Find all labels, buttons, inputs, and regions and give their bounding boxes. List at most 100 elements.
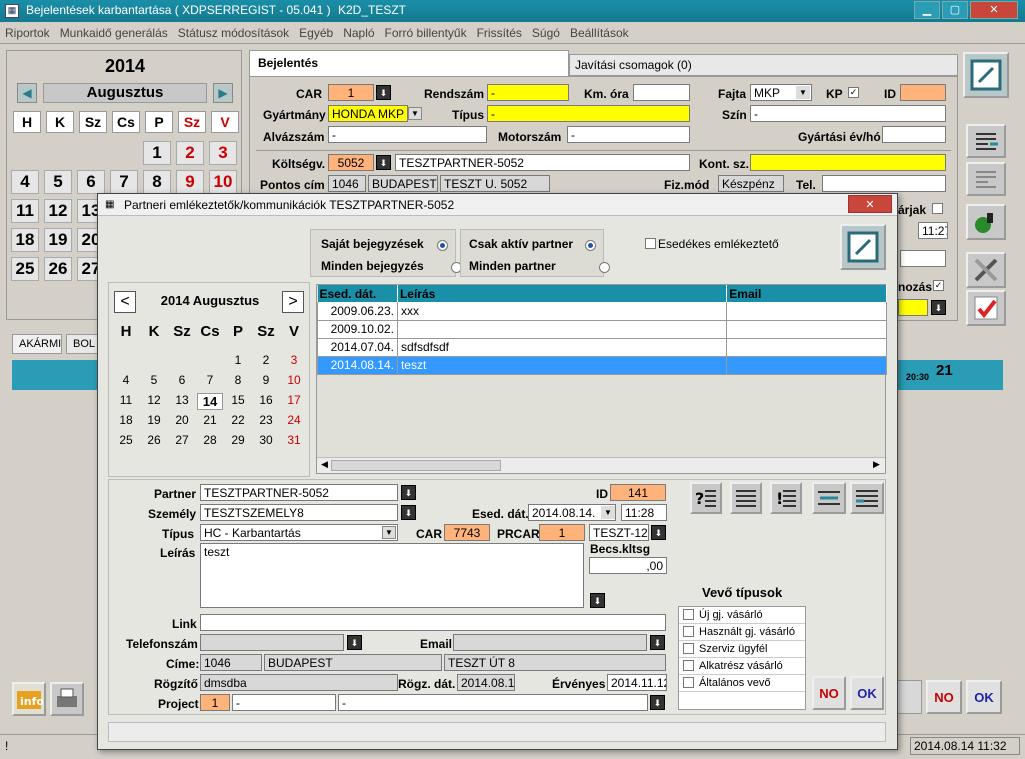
alert-list-icon[interactable]: ! [770,482,802,514]
leiras-expand-button[interactable]: ⬇ [590,593,605,608]
kmora-field[interactable] [633,84,690,101]
tipus-field[interactable]: - [487,105,690,122]
vevo-item[interactable]: Új gj. vásárló [679,607,805,624]
grid-header[interactable]: Leírás [397,285,728,302]
calendar-day[interactable]: 22 [225,413,251,427]
car-dropdown-button[interactable]: ⬇ [376,85,391,100]
calendar-day[interactable]: 19 [141,413,167,427]
mindenp-radio[interactable] [599,262,611,274]
edit-icon[interactable] [963,52,1009,98]
menu-item[interactable]: Súgó [527,22,565,44]
dialog-ok-button[interactable]: OK [850,676,884,710]
maximize-button[interactable]: ▢ [942,1,968,19]
calendar-day[interactable]: 9 [253,373,279,387]
main-no-button[interactable]: NO [926,680,962,714]
teszt-field[interactable]: TESZT-1234 [589,524,649,541]
calendar-day[interactable]: 6 [169,373,195,387]
calendar-day[interactable]: 1 [225,353,251,367]
project-field[interactable]: 1 [200,694,230,711]
link-field[interactable] [200,614,666,631]
time-field[interactable]: 11:27 [918,222,948,239]
tab-bol[interactable]: BOL [66,334,100,354]
calendar-day[interactable]: 21 [197,413,223,427]
szemely-field[interactable]: TESZTSZEMELY8 [200,504,398,521]
szemely-dropdown-button[interactable]: ⬇ [401,505,416,520]
calendar-day[interactable]: 20 [169,413,195,427]
calendar-day[interactable]: 19 [44,228,72,252]
telefon-dropdown-button[interactable]: ⬇ [347,635,362,650]
ervenyes-field[interactable]: 2014.11.12. [607,674,667,691]
sajat-radio[interactable] [437,240,448,252]
kont-field[interactable] [750,154,946,171]
esed-time-field[interactable]: 11:28 [621,504,667,521]
partner-dropdown-button[interactable]: ⬇ [401,485,416,500]
tools-icon[interactable] [966,252,1006,288]
vevo-item[interactable]: Szerviz ügyfél [679,641,805,658]
vevo-checkbox[interactable] [683,677,694,688]
dropdown-button[interactable]: ⬇ [931,300,946,315]
menu-item[interactable]: Státusz módosítások [173,22,294,44]
calendar-day[interactable]: 2 [253,353,279,367]
calendar-day[interactable]: 7 [110,170,138,194]
calendar-day[interactable]: 29 [225,433,251,447]
menu-item[interactable]: Frissítés [472,22,527,44]
calendar-day[interactable]: 8 [143,170,171,194]
vevo-item[interactable]: Alkatrész vásárló [679,658,805,675]
printer-icon[interactable] [50,682,84,716]
calendar-day[interactable]: 11 [113,393,139,407]
vevo-checkbox[interactable] [683,609,694,620]
nozas-checkbox[interactable]: ✓ [933,280,944,291]
main-ok-button[interactable]: OK [966,680,1002,714]
gyartasi-field[interactable] [882,126,946,143]
grid-header[interactable]: Esed. dát. [317,285,398,302]
calendar-day[interactable]: 2 [176,141,204,165]
arjak-checkbox[interactable] [932,203,943,214]
calendar-day[interactable]: 3 [209,141,237,165]
close-button[interactable]: ✕ [970,1,1018,19]
car-field[interactable]: 1 [328,84,374,101]
calendar-day[interactable]: 16 [253,393,279,407]
tab-bejelentes[interactable]: Bejelentés [249,50,569,76]
szin-field[interactable]: - [750,105,946,122]
dialog-tipus-select[interactable]: HC - Karbantartás [200,524,398,541]
calendar-day[interactable]: 11 [11,199,39,223]
calendar-day[interactable]: 5 [141,373,167,387]
vevo-item[interactable]: Használt gj. vásárló [679,624,805,641]
rendszam-field[interactable]: - [487,84,569,101]
tab-akarmi[interactable]: AKÁRMI [12,334,62,354]
calendar-day[interactable]: 15 [225,393,251,407]
calendar-day[interactable]: 6 [77,170,105,194]
alvazszam-field[interactable]: - [328,126,487,143]
becs-field[interactable]: ,00 [589,557,667,574]
dialog-no-button[interactable]: NO [812,676,846,710]
menu-item[interactable]: Munkaidő generálás [55,22,173,44]
aktiv-radio[interactable] [585,240,596,252]
list-back-icon[interactable] [966,124,1006,158]
minimize-button[interactable]: ▁ [914,1,940,19]
transfer-icon[interactable] [812,482,846,514]
calendar-day[interactable]: 4 [11,170,39,194]
yellow-field[interactable] [898,299,928,316]
chevron-down-icon[interactable]: ▼ [382,526,396,539]
list-forward-icon[interactable] [966,162,1006,196]
calendar-day[interactable]: 25 [113,433,139,447]
chevron-down-icon[interactable]: ▼ [796,86,810,99]
calendar-day[interactable]: 12 [141,393,167,407]
vevo-checkbox[interactable] [683,643,694,654]
calendar-day[interactable]: 28 [197,433,223,447]
calendar-day[interactable]: 1 [143,141,171,165]
calendar-day[interactable]: 26 [141,433,167,447]
table-row[interactable]: 2009.10.02. [317,320,887,339]
chevron-down-icon[interactable]: ▼ [601,506,615,519]
calendar-day[interactable]: 17 [281,393,307,407]
calendar-day[interactable]: 13 [169,393,195,407]
calendar-day[interactable]: 26 [44,257,72,281]
motorszam-field[interactable]: - [567,126,690,143]
vevo-checkbox[interactable] [683,660,694,671]
chevron-down-icon[interactable]: ▼ [408,107,422,120]
partner-field[interactable]: TESZTPARTNER-5052 [200,484,398,501]
help-list-icon[interactable]: ? [690,482,722,514]
table-row[interactable]: 2014.07.04. sdfsdfsdf [317,338,887,357]
menu-item[interactable]: Egyéb [294,22,338,44]
dialog-next-month-button[interactable]: > [282,291,304,313]
